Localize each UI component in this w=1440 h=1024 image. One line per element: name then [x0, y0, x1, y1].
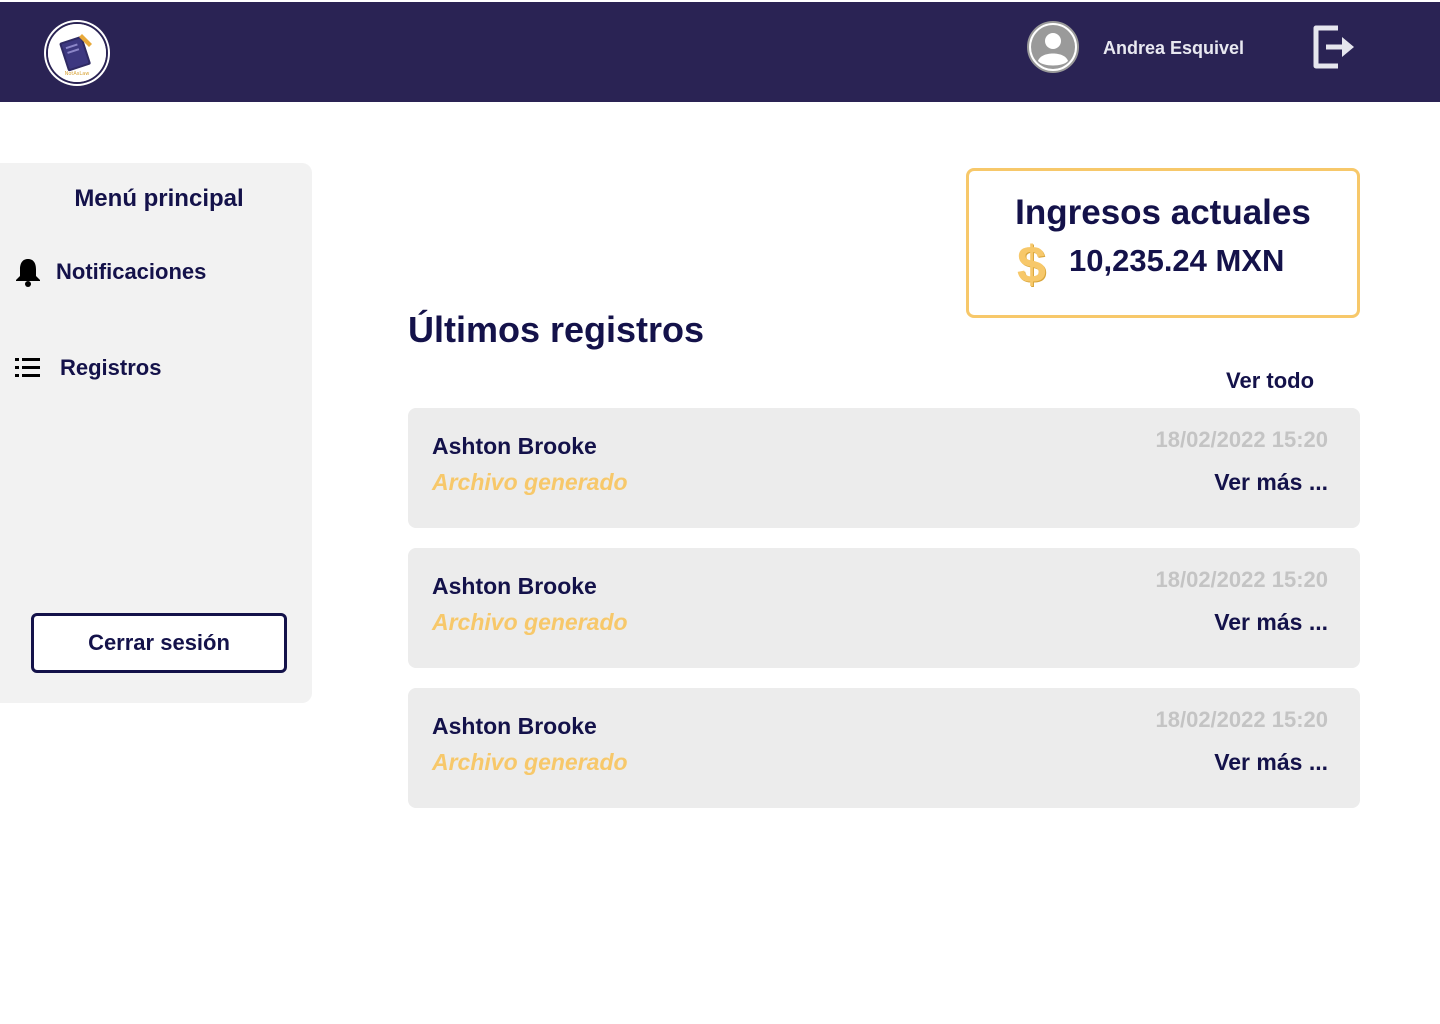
- record-status: Archivo generado: [432, 749, 628, 775]
- svg-text:NotAsLaw: NotAsLaw: [65, 71, 90, 77]
- logout-icon[interactable]: [1310, 22, 1360, 72]
- list-item: Ashton Brooke Archivo generado 18/02/202…: [408, 688, 1360, 808]
- list-item: Ashton Brooke Archivo generado 18/02/202…: [408, 408, 1360, 528]
- income-card: Ingresos actuales $ 10,235.24 MXN: [966, 168, 1360, 318]
- book-logo-icon[interactable]: NotAsLaw: [46, 22, 108, 84]
- sidebar-title: Menú principal: [74, 185, 244, 212]
- bell-icon: [12, 256, 44, 288]
- record-date: 18/02/2022 15:20: [1155, 567, 1329, 592]
- list-icon: [12, 352, 44, 384]
- record-name: Ashton Brooke: [432, 433, 597, 459]
- user-name: Andrea Esquivel: [1103, 38, 1245, 58]
- income-title: Ingresos actuales: [1015, 193, 1311, 232]
- logout-button[interactable]: Cerrar sesión: [31, 613, 287, 673]
- sidebar-item-label: Registros: [60, 355, 162, 380]
- see-more-link[interactable]: Ver más ...: [1214, 749, 1328, 776]
- income-amount: 10,235.24 MXN: [1069, 243, 1285, 278]
- record-date: 18/02/2022 15:20: [1155, 707, 1329, 732]
- top-bar: NotAsLaw Andrea Esquivel: [0, 2, 1440, 102]
- see-all-link[interactable]: Ver todo: [1226, 368, 1314, 394]
- see-more-link[interactable]: Ver más ...: [1214, 609, 1328, 636]
- record-name: Ashton Brooke: [432, 713, 597, 739]
- user-avatar-icon[interactable]: [1027, 21, 1079, 73]
- sidebar-item-registros[interactable]: Registros: [12, 352, 161, 384]
- sidebar-item-label: Notificaciones: [56, 259, 207, 284]
- page-title: Últimos registros: [408, 309, 705, 350]
- record-name: Ashton Brooke: [432, 573, 597, 599]
- record-date: 18/02/2022 15:20: [1155, 427, 1329, 452]
- see-more-link[interactable]: Ver más ...: [1214, 469, 1328, 496]
- list-item: Ashton Brooke Archivo generado 18/02/202…: [408, 548, 1360, 668]
- sidebar: Menú principal Notificaciones Registros …: [0, 163, 312, 703]
- record-status: Archivo generado: [432, 609, 628, 635]
- record-status: Archivo generado: [432, 469, 628, 495]
- dollar-icon: $: [1017, 236, 1046, 294]
- sidebar-item-notificaciones[interactable]: Notificaciones: [12, 256, 206, 288]
